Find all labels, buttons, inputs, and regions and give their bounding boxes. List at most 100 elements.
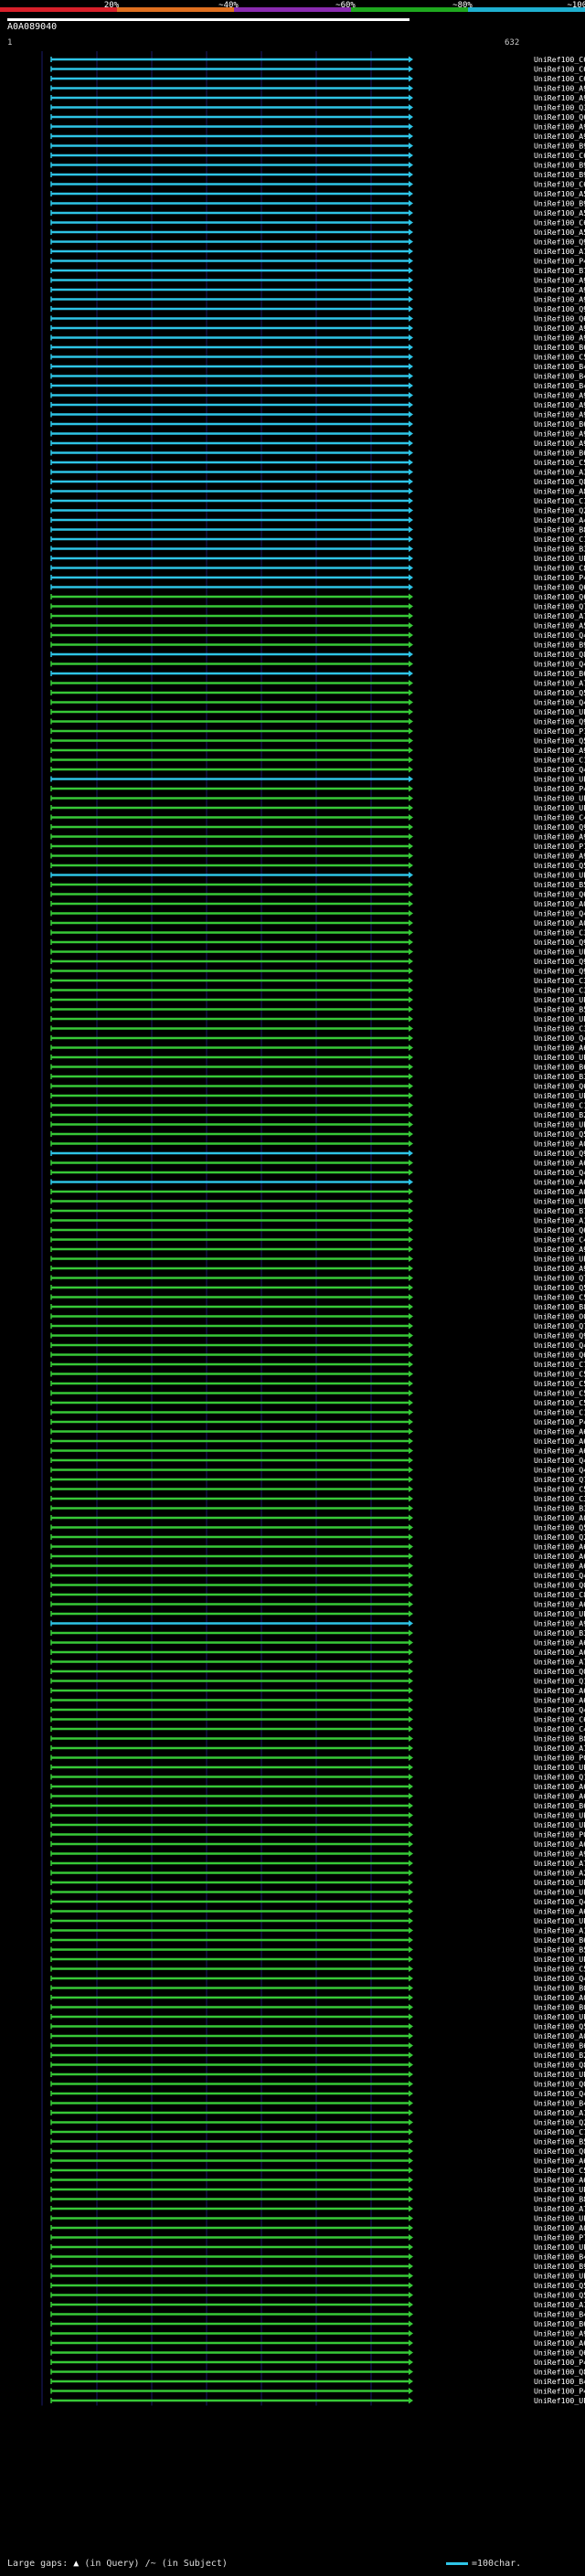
hit-label[interactable]: UniRef100_A8I2T0 [534,487,585,496]
hit-label[interactable]: UniRef100_A0E685 [534,899,585,908]
hit-label[interactable]: UniRef100_C1BT74 [534,756,585,765]
hit-label[interactable]: UniRef100_B6QKQ7 [534,2041,585,2051]
hit-label[interactable]: UniRef100_Q9CQ16 [534,717,585,726]
hit-label[interactable]: UniRef100_Q4G2C7 [534,1974,585,1983]
hit-label[interactable]: UniRef100_Q6CT37 [534,592,585,601]
hit-label[interactable]: UniRef100_Q2G2P7 [534,2118,585,2127]
hit-label[interactable]: UniRef100_C7GM20 [534,2127,585,2136]
hit-label[interactable]: UniRef100_B7FMN6 [534,266,585,275]
hit-label[interactable]: UniRef100_B3S2B6 [534,1628,585,1638]
hit-label[interactable]: UniRef100_A0BKB9 [534,2223,585,2232]
hit-label[interactable]: UniRef100_A5K219 [534,621,585,631]
hit-label[interactable]: UniRef100_P46776 [534,784,585,793]
hit-label[interactable]: UniRef100_A7TEB8 [534,1658,585,1667]
hit-label[interactable]: UniRef100_Q8J3B7 [534,2061,585,2070]
hit-label[interactable]: UniRef100_A6YML6 [534,1436,585,1446]
hit-label[interactable]: UniRef100_UP1000... [534,1811,585,1820]
hit-label[interactable]: UniRef100_Q7S2B2 [534,1321,585,1330]
hit-label[interactable]: UniRef100_A6YMK9 [534,1447,585,1456]
hit-label[interactable]: UniRef100_UP1000... [534,1955,585,1964]
hit-label[interactable]: UniRef100_Q4KTF7 [534,909,585,918]
hit-label[interactable]: UniRef100_UP1000... [534,1197,585,1206]
hit-label[interactable]: UniRef100_C4LWM4 [534,1235,585,1245]
hit-label[interactable]: UniRef100_Q47412 [534,1571,585,1580]
hit-label[interactable]: UniRef100_Q23JE0 [534,1532,585,1542]
hit-label[interactable]: UniRef100_C6SX86 [534,151,585,160]
hit-label[interactable]: UniRef100_A4S797 [534,515,585,525]
hit-label[interactable]: UniRef100_Q9FZM9 [534,1331,585,1341]
hit-label[interactable]: UniRef100_A6YMM3 [534,1178,585,1187]
hit-label[interactable]: UniRef100_Q4P022 [534,1705,585,1714]
hit-label[interactable]: UniRef100_A1CKV9 [534,2300,585,2309]
hit-label[interactable]: UniRef100_B9H6L0 [534,142,585,151]
hit-label[interactable]: UniRef100_B2B7N5 [534,2051,585,2060]
hit-label[interactable]: UniRef100_Q6FNN1 [534,1351,585,1360]
hit-label[interactable]: UniRef100_UP1000... [534,1888,585,1897]
hit-label[interactable]: UniRef100_Q4G2C4 [534,2089,585,2098]
hit-label[interactable]: UniRef100_P49637 [534,257,585,266]
hit-label[interactable]: UniRef100_A6TMM1 [534,1044,585,1053]
hit-label[interactable]: UniRef100_A7F0M1 [534,2204,585,2213]
hit-label[interactable]: UniRef100_A9P8T3 [534,84,585,93]
hit-label[interactable]: UniRef100_Q5DV11 [534,1129,585,1139]
hit-label[interactable]: UniRef100_P4L192 [534,2387,585,2396]
hit-label[interactable]: UniRef100_C1EYP9 [534,1408,585,1417]
hit-label[interactable]: UniRef100_B6SK14 [534,449,585,458]
hit-label[interactable]: UniRef100_Q1KZ99 [534,1677,585,1686]
hit-label[interactable]: UniRef100_A9UT43 [534,852,585,861]
hit-label[interactable]: UniRef100_Q9XYG8 [534,1149,585,1158]
hit-label[interactable]: UniRef100_UP1000... [534,1014,585,1023]
hit-label[interactable]: UniRef100_A9PC30 [534,1619,585,1628]
hit-label[interactable]: UniRef100_Q4G2C6 [534,1897,585,1906]
hit-label[interactable]: UniRef100_A6RL17 [534,1907,585,1916]
hit-label[interactable]: UniRef100_C4Y1Z0 [534,1724,585,1733]
hit-label[interactable]: UniRef100_Q7S4V6 [534,1475,585,1484]
hit-label[interactable]: UniRef100_C5GM92 [534,1379,585,1388]
hit-label[interactable]: UniRef100_B3L7M5 [534,545,585,554]
hit-label[interactable]: UniRef100_A0E686 [534,918,585,928]
hit-label[interactable]: UniRef100_Q515J2 [534,1523,585,1532]
hit-label[interactable]: UniRef100_UP1000... [534,948,585,957]
hit-label[interactable]: UniRef100_A7ANT3 [534,611,585,620]
hit-label[interactable]: UniRef100_A6YMK8 [534,1562,585,1571]
hit-label[interactable]: UniRef100_C5E1K3 [534,2166,585,2175]
hit-label[interactable]: UniRef100_Q6CDU7 [534,1225,585,1235]
hit-label[interactable]: UniRef100_B2Y4F2 [534,1110,585,1119]
hit-label[interactable]: UniRef100_Q4P9A8 [534,1168,585,1177]
hit-label[interactable]: UniRef100_A9RYD1 [534,1245,585,1254]
hit-label[interactable]: UniRef100_A0CSD8 [534,1993,585,2002]
hit-label[interactable]: UniRef100_Q8US5E9 [534,477,585,486]
hit-label[interactable]: UniRef100_UP1000... [534,2070,585,2079]
hit-label[interactable]: UniRef100_C5FZW7 [534,1293,585,1302]
hit-label[interactable]: UniRef100_B4HED0 [534,2253,585,2262]
hit-label[interactable]: UniRef100_UP1000... [534,1820,585,1829]
hit-label[interactable]: UniRef100_A5BE36 [534,189,585,198]
hit-label[interactable]: UniRef100_C8VHE3 [534,1590,585,1599]
hit-label[interactable]: UniRef100_A9ZT46 [534,1264,585,1273]
hit-label[interactable]: UniRef100_A9REK3 [534,400,585,409]
hit-label[interactable]: UniRef100_C8ZCN0 [534,564,585,573]
hit-label[interactable]: UniRef100_B4JCL0 [534,2099,585,2108]
hit-label[interactable]: UniRef100_Q4YZ60 [534,631,585,640]
hit-label[interactable]: UniRef100_B9HLR2 [534,170,585,179]
hit-label[interactable]: UniRef100_B6T4H7 [534,419,585,429]
hit-label[interactable]: UniRef100_A9NT50 [534,295,585,304]
hit-label[interactable]: UniRef100_B0C2T3 [534,2003,585,2012]
hit-label[interactable]: UniRef100_C5E2K3 [534,1389,585,1398]
hit-label[interactable]: UniRef100_C5GCK1 [534,1398,585,1407]
hit-label[interactable]: UniRef100_Q9M9Q4 [534,304,585,313]
hit-label[interactable]: UniRef100_A6YMJ4 [534,1552,585,1561]
hit-label[interactable]: UniRef100_B5DQ23 [534,880,585,889]
hit-label[interactable]: UniRef100_A9PAW0 [534,93,585,102]
hit-label[interactable]: UniRef100_A9UOC6 [534,410,585,419]
hit-label[interactable]: UniRef100_A9NRV0 [534,276,585,285]
hit-label[interactable]: UniRef100_P47830 [534,1417,585,1426]
hit-label[interactable]: UniRef100_A0E5V0 [534,1513,585,1522]
hit-label[interactable]: UniRef100_P40160 [534,573,585,582]
hit-label[interactable]: UniRef100_C4WRX6 [534,813,585,822]
hit-label[interactable]: UniRef100_P02406 [534,1754,585,1763]
hit-label[interactable]: UniRef100_C6T670 [534,55,585,64]
hit-label[interactable]: UniRef100_A0AKX4 [534,1187,585,1196]
hit-label[interactable]: UniRef100_C1MPK2 [534,535,585,544]
hit-label[interactable]: UniRef100_UP1000... [534,2185,585,2194]
